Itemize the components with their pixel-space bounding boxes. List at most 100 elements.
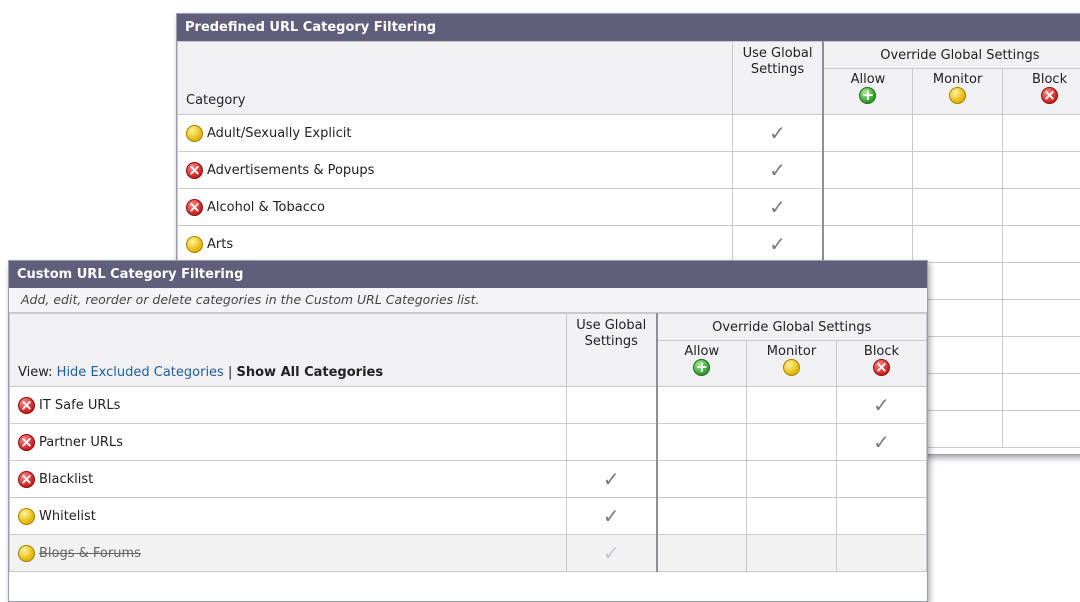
allow-cell[interactable] <box>657 535 747 572</box>
block-cell[interactable] <box>1003 300 1080 337</box>
allow-cell[interactable] <box>823 115 913 152</box>
use-global-cell[interactable]: ✓ <box>733 115 823 152</box>
monitor-header-label: Monitor <box>913 73 1002 87</box>
block-cell[interactable] <box>1003 152 1080 189</box>
monitor-column-header: Monitor <box>913 69 1003 115</box>
category-cell: Arts <box>178 226 733 263</box>
monitor-icon <box>186 236 203 253</box>
allow-icon <box>859 87 876 104</box>
category-cell: Whitelist <box>10 498 567 535</box>
block-icon <box>186 162 203 179</box>
monitor-cell[interactable] <box>747 424 837 461</box>
checkmark-icon: ✓ <box>873 393 890 417</box>
block-icon <box>873 359 890 376</box>
block-cell[interactable] <box>1003 263 1080 300</box>
monitor-cell[interactable] <box>747 387 837 424</box>
block-cell[interactable] <box>837 535 927 572</box>
block-cell[interactable] <box>1003 337 1080 374</box>
category-label: IT Safe URLs <box>39 398 120 413</box>
use-global-cell[interactable]: ✓ <box>733 152 823 189</box>
allow-column-header: Allow <box>823 69 913 115</box>
category-cell: Adult/Sexually Explicit <box>178 115 733 152</box>
override-global-header: Override Global Settings <box>823 42 1080 69</box>
monitor-icon <box>18 508 35 525</box>
use-global-cell[interactable]: ✓ <box>567 535 657 572</box>
block-column-header: Block <box>1003 69 1080 115</box>
custom-header-row: View: Hide Excluded Categories | Show Al… <box>10 314 927 341</box>
predefined-header-row: Category Use Global Settings Override Gl… <box>178 42 1080 69</box>
allow-cell[interactable] <box>823 189 913 226</box>
allow-cell[interactable] <box>657 387 747 424</box>
view-controls: View: Hide Excluded Categories | Show Al… <box>10 314 567 387</box>
use-global-cell[interactable]: ✓ <box>567 498 657 535</box>
block-cell[interactable] <box>1003 226 1080 263</box>
use-global-cell[interactable]: ✓ <box>733 226 823 263</box>
checkmark-icon: ✓ <box>603 541 620 565</box>
allow-cell[interactable] <box>657 461 747 498</box>
category-row: Arts ✓ <box>178 226 1080 263</box>
category-cell: Partner URLs <box>10 424 567 461</box>
view-separator: | <box>228 365 232 380</box>
checkmark-icon: ✓ <box>769 232 786 256</box>
category-cell: Blacklist <box>10 461 567 498</box>
block-cell[interactable] <box>837 461 927 498</box>
checkmark-icon: ✓ <box>769 121 786 145</box>
monitor-icon <box>949 87 966 104</box>
block-icon <box>18 397 35 414</box>
block-cell[interactable]: ✓ <box>837 424 927 461</box>
category-label: Advertisements & Popups <box>207 163 374 178</box>
allow-cell[interactable] <box>823 152 913 189</box>
custom-monitor-header-label: Monitor <box>747 345 836 359</box>
category-row: Advertisements & Popups ✓ <box>178 152 1080 189</box>
custom-panel: Custom URL Category Filtering Add, edit,… <box>8 260 928 602</box>
custom-monitor-column-header: Monitor <box>747 341 837 387</box>
view-prefix: View: <box>18 365 53 380</box>
custom-panel-title: Custom URL Category Filtering <box>9 261 927 288</box>
use-global-cell[interactable] <box>567 387 657 424</box>
allow-cell[interactable] <box>657 498 747 535</box>
use-global-column-header: Use Global Settings <box>733 42 823 115</box>
allow-icon <box>693 359 710 376</box>
block-icon <box>1041 87 1058 104</box>
block-cell[interactable] <box>1003 374 1080 411</box>
predefined-panel-title: Predefined URL Category Filtering <box>177 14 1080 41</box>
block-cell[interactable] <box>1003 189 1080 226</box>
monitor-cell[interactable] <box>747 461 837 498</box>
category-row: Partner URLs ✓ <box>10 424 927 461</box>
block-cell[interactable] <box>1003 411 1080 448</box>
block-cell[interactable] <box>837 498 927 535</box>
category-label: Alcohol & Tobacco <box>207 200 325 215</box>
category-row: Alcohol & Tobacco ✓ <box>178 189 1080 226</box>
use-global-cell[interactable]: ✓ <box>567 461 657 498</box>
monitor-cell[interactable] <box>913 152 1003 189</box>
category-label: Adult/Sexually Explicit <box>207 126 351 141</box>
monitor-cell[interactable] <box>747 535 837 572</box>
category-row: Whitelist ✓ <box>10 498 927 535</box>
use-global-cell[interactable] <box>567 424 657 461</box>
custom-panel-subtitle: Add, edit, reorder or delete categories … <box>9 288 927 313</box>
allow-cell[interactable] <box>657 424 747 461</box>
monitor-cell[interactable] <box>913 115 1003 152</box>
category-cell: Blogs & Forums <box>10 535 567 572</box>
monitor-cell[interactable] <box>747 498 837 535</box>
category-row: Blogs & Forums ✓ <box>10 535 927 572</box>
custom-use-global-column-header: Use Global Settings <box>567 314 657 387</box>
category-label: Blacklist <box>39 472 93 487</box>
block-cell[interactable]: ✓ <box>837 387 927 424</box>
allow-cell[interactable] <box>823 226 913 263</box>
checkmark-icon: ✓ <box>603 467 620 491</box>
monitor-cell[interactable] <box>913 226 1003 263</box>
category-label: Whitelist <box>39 509 96 524</box>
category-column-header: Category <box>178 42 733 115</box>
category-cell: IT Safe URLs <box>10 387 567 424</box>
category-row: Blacklist ✓ <box>10 461 927 498</box>
use-global-cell[interactable]: ✓ <box>733 189 823 226</box>
custom-override-global-header: Override Global Settings <box>657 314 927 341</box>
category-label: Arts <box>207 237 233 252</box>
checkmark-icon: ✓ <box>873 430 890 454</box>
block-cell[interactable] <box>1003 115 1080 152</box>
monitor-cell[interactable] <box>913 189 1003 226</box>
monitor-icon <box>18 545 35 562</box>
hide-excluded-link[interactable]: Hide Excluded Categories <box>57 365 224 380</box>
category-row: Adult/Sexually Explicit ✓ <box>178 115 1080 152</box>
